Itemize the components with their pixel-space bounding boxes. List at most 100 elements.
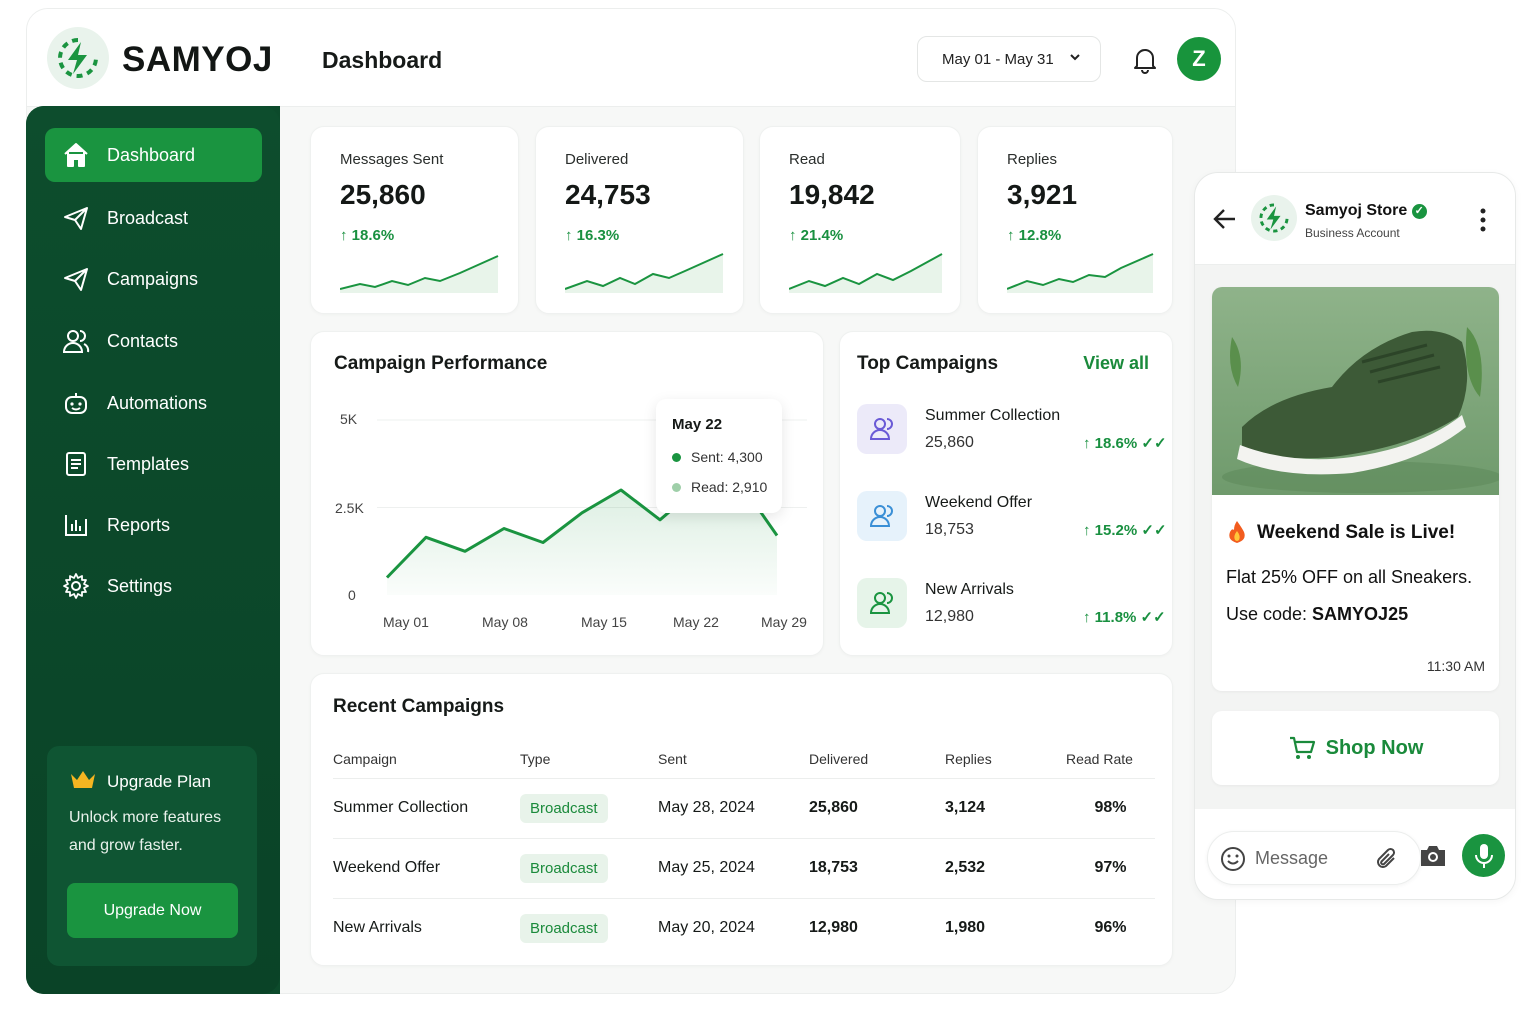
sidebar-item-contacts[interactable]: Contacts bbox=[45, 314, 262, 368]
date-range-picker[interactable]: May 01 - May 31 bbox=[917, 36, 1101, 82]
chevron-down-icon bbox=[1070, 54, 1080, 61]
cell-replies: 1,980 bbox=[945, 919, 986, 937]
robot-icon bbox=[65, 393, 87, 414]
date-range-value: May 01 - May 31 bbox=[942, 50, 1054, 68]
growth-value: ↑ 11.8% bbox=[1083, 609, 1137, 626]
camera-icon[interactable] bbox=[1419, 844, 1447, 868]
cell-type: Broadcast bbox=[520, 838, 658, 899]
sidebar-item-label: Settings bbox=[107, 575, 173, 596]
gear-icon bbox=[63, 573, 89, 599]
shop-now-label: Shop Now bbox=[1325, 736, 1424, 759]
stat-trend: ↑ 21.4% bbox=[789, 227, 844, 244]
campaign-name: Summer Collection bbox=[925, 407, 1061, 424]
campaign-count: 12,980 bbox=[925, 608, 974, 625]
promo-prefix: Use code: bbox=[1226, 604, 1313, 624]
section-title: Campaign Performance bbox=[334, 353, 548, 374]
cell-campaign: Weekend Offer bbox=[333, 838, 520, 899]
column-header: Campaign bbox=[333, 740, 520, 779]
sidebar-item-label: Automations bbox=[107, 392, 208, 413]
legend-dot bbox=[672, 482, 681, 492]
sidebar-item-dashboard[interactable]: Dashboard bbox=[45, 128, 262, 182]
stat-label: Replies bbox=[1007, 151, 1058, 168]
x-tick-label: May 08 bbox=[482, 614, 528, 630]
table-header-row: Campaign Type Sent Delivered Replies Rea… bbox=[333, 740, 1155, 779]
sidebar: Dashboard Broadcast Campaigns Contacts A… bbox=[26, 106, 280, 994]
sparkline bbox=[1007, 253, 1154, 293]
upgrade-title: Upgrade Plan bbox=[107, 772, 211, 791]
type-badge: Broadcast bbox=[520, 793, 608, 823]
cell-replies: 3,124 bbox=[945, 778, 1066, 839]
message-bubble: Weekend Sale is Live! Flat 25% OFF on al… bbox=[1212, 287, 1499, 691]
crown-icon bbox=[71, 771, 95, 788]
upgrade-description: Unlock more features and grow faster. bbox=[69, 809, 222, 854]
campaign-count: 25,860 bbox=[925, 434, 974, 451]
table-row[interactable]: Weekend Offer Broadcast May 25, 2024 18,… bbox=[333, 838, 1155, 899]
column-header: Type bbox=[520, 740, 658, 779]
sparkline bbox=[789, 253, 943, 293]
verified-badge-icon: ✓ bbox=[1411, 204, 1427, 219]
y-tick-label: 2.5K bbox=[335, 500, 364, 516]
stat-label: Delivered bbox=[565, 151, 629, 168]
store-name: Samyoj Store ✓ bbox=[1305, 202, 1427, 220]
promo-code: SAMYOJ25 bbox=[1312, 604, 1409, 624]
top-campaign-item[interactable]: Weekend Offer 18,753 ↑ 15.2% ✓✓ bbox=[857, 488, 1167, 548]
campaign-performance-card: Campaign Performance 5K 2.5K 0 May 01 Ma… bbox=[310, 331, 824, 656]
microphone-icon bbox=[1474, 843, 1493, 868]
top-campaign-item[interactable]: New Arrivals 12,980 ↑ 11.8% ✓✓ bbox=[857, 575, 1166, 635]
table-row[interactable]: New Arrivals Broadcast May 20, 2024 12,9… bbox=[333, 898, 1155, 958]
document-icon bbox=[66, 452, 86, 476]
message-placeholder: Message bbox=[1255, 848, 1329, 868]
sidebar-item-broadcast[interactable]: Broadcast bbox=[45, 191, 262, 245]
paperclip-icon[interactable] bbox=[1374, 846, 1400, 872]
cell-delivered: 25,860 bbox=[809, 778, 945, 839]
growth-value: ↑ 15.2% bbox=[1083, 522, 1138, 539]
cell-sent: May 28, 2024 bbox=[658, 778, 809, 839]
logo-icon bbox=[1259, 203, 1289, 233]
top-campaigns-card: Top Campaigns View all Summer Collection… bbox=[839, 331, 1173, 656]
x-tick-label: May 29 bbox=[761, 614, 807, 630]
top-bar: SAMYOJ Dashboard May 01 - May 31 Z bbox=[27, 9, 1235, 107]
stat-label: Messages Sent bbox=[340, 151, 444, 168]
users-icon bbox=[857, 404, 907, 454]
cell-campaign: Summer Collection bbox=[333, 778, 520, 839]
view-all-link[interactable]: View all bbox=[1083, 353, 1149, 374]
top-campaign-item[interactable]: Summer Collection 25,860 ↑ 18.6% ✓✓ bbox=[857, 401, 1167, 461]
double-check-icon: ✓✓ bbox=[1140, 609, 1166, 626]
sidebar-item-label: Broadcast bbox=[107, 207, 189, 228]
sidebar-item-settings[interactable]: Settings bbox=[45, 559, 262, 613]
sidebar-item-label: Campaigns bbox=[107, 268, 199, 289]
cell-type: Broadcast bbox=[520, 778, 658, 839]
sidebar-item-automations[interactable]: Automations bbox=[45, 376, 262, 430]
section-title: Recent Campaigns bbox=[333, 696, 505, 717]
type-badge: Broadcast bbox=[520, 853, 608, 883]
cell-sent: May 20, 2024 bbox=[658, 919, 755, 937]
users-icon bbox=[62, 330, 90, 353]
mic-button[interactable] bbox=[1462, 834, 1505, 877]
cart-icon bbox=[1289, 736, 1315, 759]
stat-label: Read bbox=[789, 151, 825, 168]
table-row[interactable]: Summer Collection Broadcast May 28, 2024… bbox=[333, 778, 1155, 839]
more-options-icon[interactable] bbox=[1479, 208, 1487, 232]
sparkline bbox=[340, 255, 499, 293]
sidebar-item-templates[interactable]: Templates bbox=[45, 437, 262, 491]
stat-value: 25,860 bbox=[340, 179, 426, 210]
emoji-icon[interactable] bbox=[1220, 846, 1246, 872]
recent-campaigns-card: Recent Campaigns Campaign Type Sent Deli… bbox=[310, 673, 1173, 966]
upgrade-now-button[interactable]: Upgrade Now bbox=[67, 883, 238, 938]
type-badge: Broadcast bbox=[520, 913, 608, 943]
sidebar-item-campaigns[interactable]: Campaigns bbox=[45, 252, 262, 306]
message-input[interactable]: Message bbox=[1207, 831, 1421, 885]
sidebar-item-reports[interactable]: Reports bbox=[45, 498, 262, 552]
column-header: Delivered bbox=[809, 740, 945, 779]
send-icon bbox=[64, 268, 88, 291]
back-arrow-icon[interactable] bbox=[1213, 208, 1237, 230]
campaign-count: 18,753 bbox=[925, 521, 974, 538]
chat-header: Samyoj Store ✓ Business Account bbox=[1195, 173, 1515, 265]
sidebar-item-label: Reports bbox=[107, 514, 171, 535]
bell-icon[interactable] bbox=[1130, 45, 1160, 75]
campaign-name: Weekend Offer bbox=[925, 494, 1033, 511]
user-avatar[interactable]: Z bbox=[1177, 37, 1221, 81]
sidebar-item-label: Dashboard bbox=[107, 144, 196, 165]
shop-now-button[interactable]: Shop Now bbox=[1212, 711, 1499, 785]
recent-campaigns-table: Campaign Type Sent Delivered Replies Rea… bbox=[333, 740, 1155, 958]
